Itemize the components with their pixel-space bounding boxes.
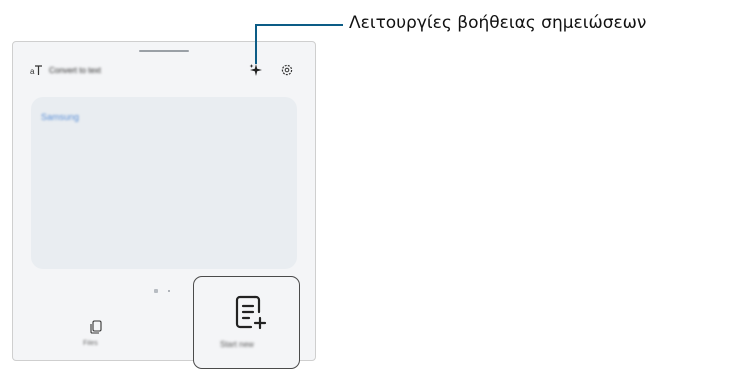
copy-icon [90, 320, 102, 334]
gear-icon[interactable] [280, 63, 294, 77]
page-dot-current [154, 289, 158, 293]
sparkle-ai-icon[interactable] [249, 63, 263, 77]
text-size-icon[interactable]: a [30, 64, 44, 76]
converted-text-card[interactable]: Samsung [31, 97, 297, 269]
svg-text:a: a [30, 67, 35, 76]
files-tab[interactable]: Files [83, 320, 113, 350]
drag-handle[interactable] [139, 50, 189, 52]
callout-label: Λειτουργίες βοήθειας σημειώσεων [349, 13, 647, 33]
page-dot [168, 290, 170, 292]
new-note-label: Start new [220, 340, 254, 349]
new-note-icon [235, 295, 267, 330]
new-note-button[interactable]: Start new [193, 276, 300, 369]
files-tab-label: Files [83, 340, 98, 347]
header-title: Convert to text [49, 66, 102, 75]
page-indicator [154, 288, 178, 294]
converted-text: Samsung [41, 112, 80, 122]
